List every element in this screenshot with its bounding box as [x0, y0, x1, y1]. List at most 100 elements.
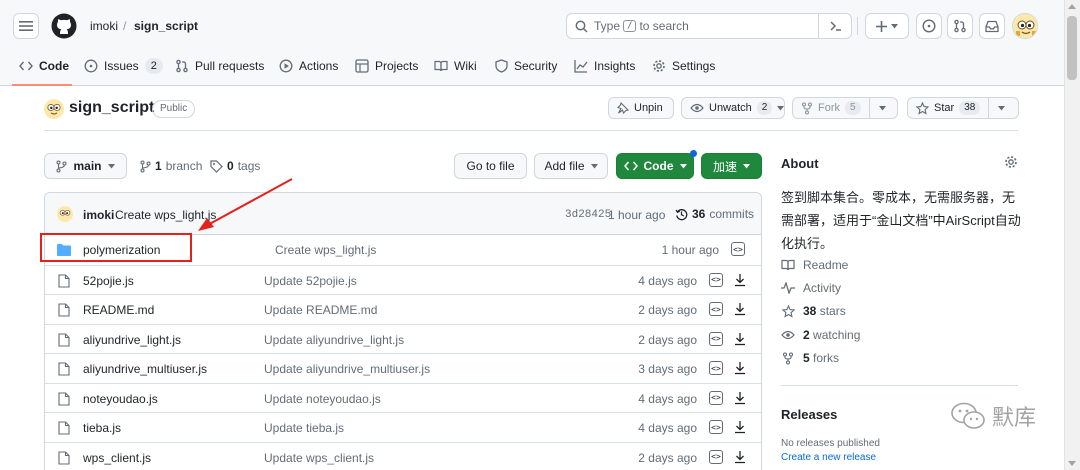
search-input[interactable]: Type / to search	[566, 13, 852, 39]
stars-link[interactable]: 38 stars	[781, 304, 846, 318]
view-code-icon[interactable]: <>	[709, 361, 723, 375]
fork-dropdown[interactable]	[868, 98, 895, 118]
menu-button[interactable]	[13, 13, 39, 39]
file-row-wps-client[interactable]: wps_client.js Update wps_client.js 2 day…	[45, 441, 761, 470]
file-row-52pojie[interactable]: 52pojie.js Update 52pojie.js 4 days ago …	[45, 264, 761, 295]
file-name[interactable]: aliyundrive_multiuser.js	[83, 362, 207, 376]
forks-link[interactable]: 5 forks	[781, 351, 839, 365]
tab-code[interactable]: Code	[19, 56, 69, 76]
tab-settings[interactable]: Settings	[652, 56, 715, 76]
branches-link[interactable]: 1 branch	[140, 159, 202, 173]
unpin-button[interactable]: Unpin	[608, 97, 674, 119]
tab-pull-requests[interactable]: Pull requests	[175, 56, 264, 76]
readme-label: Readme	[803, 258, 849, 272]
inbox-icon	[985, 20, 999, 33]
tab-issues[interactable]: Issues 2	[84, 56, 163, 76]
watermark-text: 默库	[992, 406, 1037, 431]
scroll-down-arrow-icon[interactable]	[1068, 461, 1076, 466]
file-name[interactable]: 52pojie.js	[83, 274, 134, 288]
tab-actions-label: Actions	[299, 59, 339, 73]
tab-security[interactable]: Security	[495, 56, 557, 76]
unwatch-button[interactable]: Unwatch 2	[681, 97, 785, 119]
view-code-icon[interactable]: <>	[731, 242, 745, 256]
breadcrumb-owner[interactable]: imoki	[90, 19, 118, 33]
scroll-up-arrow-icon[interactable]	[1068, 4, 1076, 9]
file-commit-message[interactable]: Update 52pojie.js	[264, 274, 357, 288]
speedup-button[interactable]: 加速	[701, 153, 762, 179]
download-icon[interactable]	[733, 360, 747, 376]
go-to-file-button[interactable]: Go to file	[454, 153, 527, 179]
view-code-icon[interactable]: <>	[709, 302, 723, 316]
file-name[interactable]: README.md	[83, 303, 154, 317]
commit-author[interactable]: imoki	[83, 208, 114, 222]
releases-heading[interactable]: Releases	[781, 407, 837, 422]
tab-wiki[interactable]: Wiki	[434, 56, 477, 76]
file-row-aliyundrive-light[interactable]: aliyundrive_light.js Update aliyundrive_…	[45, 323, 761, 354]
view-code-icon[interactable]: <>	[709, 272, 723, 287]
view-code-icon[interactable]: <>	[709, 390, 723, 405]
tab-projects-label: Projects	[375, 59, 419, 73]
tags-link[interactable]: 0 tags	[210, 159, 260, 173]
file-name[interactable]: wps_client.js	[83, 451, 151, 465]
download-icon[interactable]	[733, 419, 747, 435]
tab-insights[interactable]: Insights	[574, 56, 635, 76]
download-icon[interactable]	[733, 331, 747, 347]
tab-projects[interactable]: Projects	[355, 56, 418, 76]
file-commit-message[interactable]: Update tieba.js	[264, 421, 344, 435]
tab-actions[interactable]: Actions	[279, 56, 338, 76]
commit-time: 1 hour ago	[608, 208, 666, 222]
file-commit-message[interactable]: Update aliyundrive_light.js	[264, 333, 404, 347]
repo-title[interactable]: sign_script	[69, 99, 154, 117]
download-icon[interactable]	[733, 272, 747, 288]
file-commit-message[interactable]: Create wps_light.js	[275, 243, 376, 257]
file-commit-message[interactable]: Update noteyoudao.js	[264, 392, 381, 406]
file-commit-message[interactable]: Update aliyundrive_multiuser.js	[264, 362, 430, 376]
view-code-icon[interactable]: <>	[709, 449, 723, 464]
issues-button[interactable]	[916, 13, 942, 39]
tab-issues-label: Issues	[104, 59, 139, 73]
breadcrumb-repo[interactable]: sign_script	[134, 19, 198, 33]
view-code-icon[interactable]: <>	[709, 420, 723, 434]
branch-selector[interactable]: main	[44, 153, 127, 179]
download-icon[interactable]	[733, 301, 747, 317]
fork-button[interactable]: Fork 5	[792, 97, 898, 119]
file-name[interactable]: tieba.js	[83, 421, 121, 435]
star-button[interactable]: Star 38	[907, 97, 1019, 119]
download-icon[interactable]	[733, 390, 747, 406]
readme-link[interactable]: Readme	[781, 258, 848, 272]
file-row-readme[interactable]: README.md Update README.md 2 days ago <>	[45, 294, 761, 324]
github-logo-icon[interactable]	[51, 13, 77, 39]
download-icon[interactable]	[733, 449, 747, 465]
file-commit-time: 4 days ago	[638, 273, 697, 288]
file-row-tieba[interactable]: tieba.js Update tieba.js 4 days ago <>	[45, 412, 761, 442]
file-row-noteyoudao[interactable]: noteyoudao.js Update noteyoudao.js 4 day…	[45, 382, 761, 413]
file-commit-message[interactable]: Update wps_client.js	[264, 451, 374, 465]
commit-author-avatar[interactable]	[57, 206, 73, 222]
view-code-icon[interactable]: <>	[709, 331, 723, 346]
wechat-icon	[950, 401, 986, 431]
activity-link[interactable]: Activity	[781, 281, 841, 295]
create-new-button[interactable]	[865, 13, 909, 39]
tags-count: 0	[227, 159, 234, 173]
fork-label: Fork	[818, 102, 840, 114]
file-icon	[57, 303, 71, 317]
inbox-button[interactable]	[979, 13, 1005, 39]
pull-requests-button[interactable]	[947, 13, 973, 39]
add-file-button[interactable]: Add file	[534, 153, 608, 179]
code-dropdown-button[interactable]: Code	[616, 153, 694, 179]
user-avatar[interactable]	[1012, 13, 1038, 39]
scrollbar-thumb[interactable]	[1067, 16, 1077, 80]
create-release-link[interactable]: Create a new release	[781, 452, 876, 463]
file-row-aliyundrive-multiuser[interactable]: aliyundrive_multiuser.js Update aliyundr…	[45, 353, 761, 383]
commits-history-link[interactable]: 36 commits	[675, 207, 754, 221]
file-commit-message[interactable]: Update README.md	[264, 303, 377, 317]
global-header: imoki / sign_script Type / to search Cod…	[0, 0, 1064, 86]
command-palette-button[interactable]	[818, 13, 852, 39]
star-dropdown[interactable]	[988, 98, 1014, 118]
watching-link[interactable]: 2 watching	[781, 328, 860, 342]
branches-label: branch	[165, 159, 203, 173]
file-name[interactable]: aliyundrive_light.js	[83, 333, 181, 347]
file-name[interactable]: noteyoudao.js	[83, 392, 158, 406]
gear-icon[interactable]	[1004, 155, 1018, 169]
commit-hash[interactable]: 3d28425	[565, 209, 611, 221]
